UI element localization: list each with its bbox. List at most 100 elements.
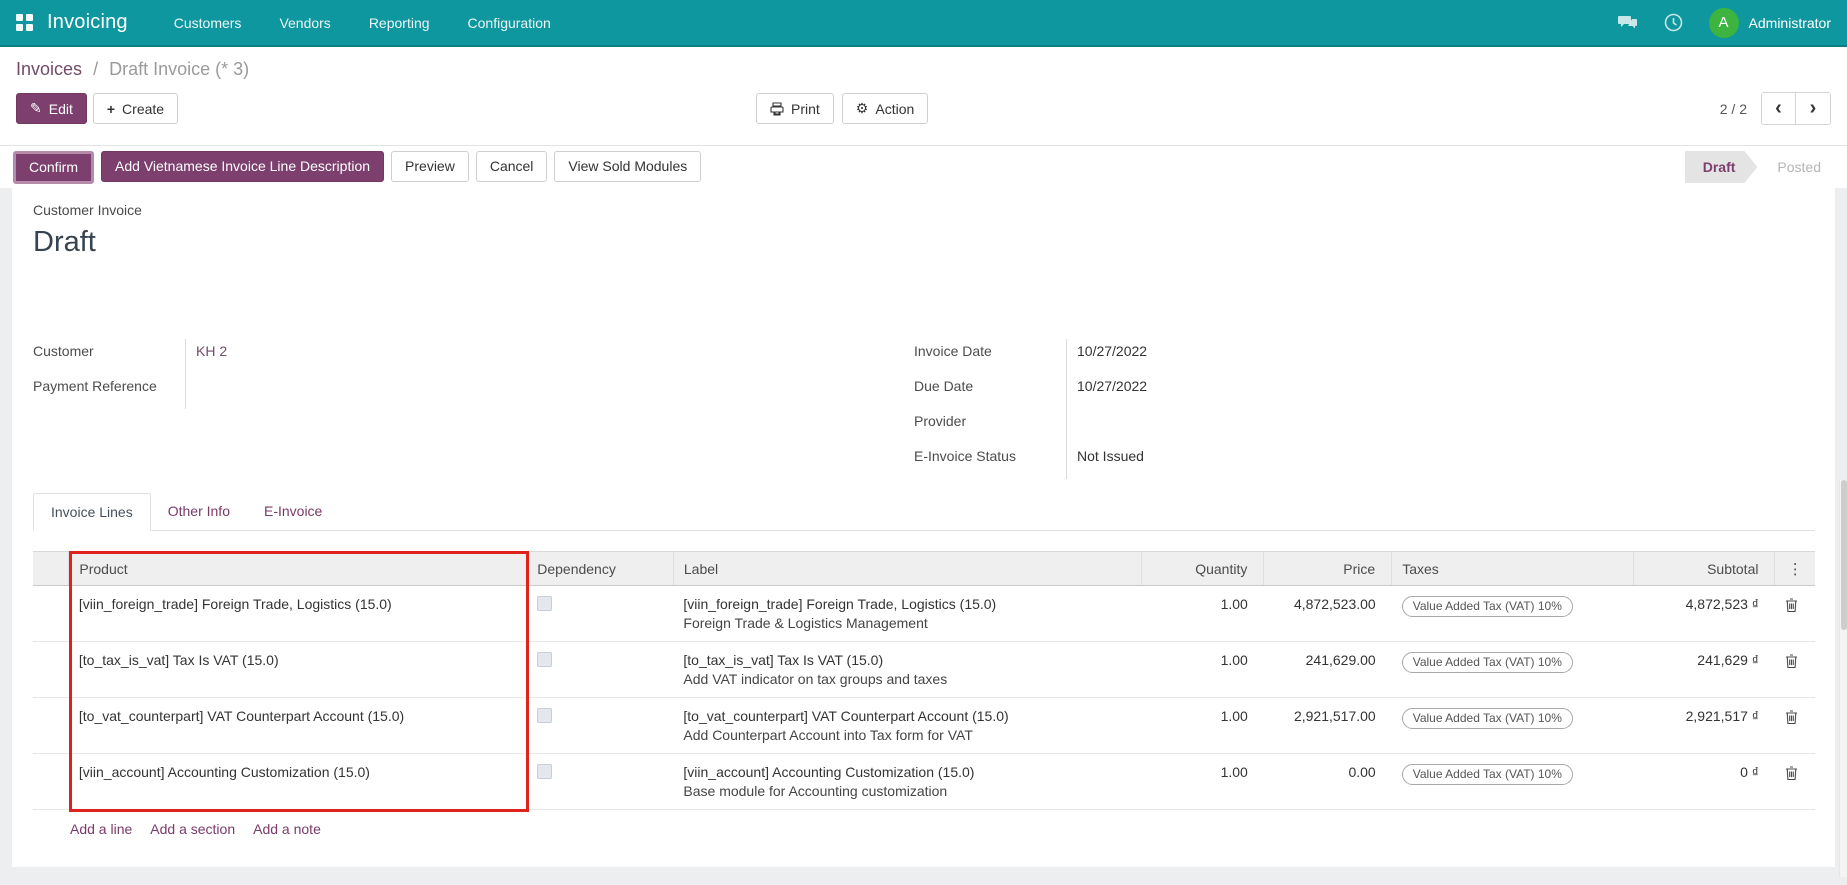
action-button[interactable]: ⚙ Action: [841, 93, 929, 124]
subtotal-cell: 0 ₫: [1633, 753, 1775, 810]
print-button[interactable]: Print: [756, 93, 834, 124]
pager-next-button[interactable]: ›: [1796, 93, 1830, 124]
customer-value-link[interactable]: KH 2: [196, 343, 227, 359]
payment-reference-value[interactable]: [185, 374, 914, 409]
add-a-section-link[interactable]: Add a section: [150, 821, 235, 837]
quantity-column-header[interactable]: Quantity: [1140, 551, 1264, 586]
product-cell[interactable]: [viin_foreign_trade] Foreign Trade, Logi…: [68, 585, 527, 642]
invoice-line-row[interactable]: [to_tax_is_vat] Tax Is VAT (15.0) [to_ta…: [33, 641, 1815, 698]
dependency-checkbox[interactable]: [536, 708, 552, 723]
taxes-cell[interactable]: Value Added Tax (VAT) 10%: [1391, 697, 1634, 754]
invoice-lines-table: Product Dependency Label Quantity Price …: [33, 551, 1815, 810]
taxes-cell[interactable]: Value Added Tax (VAT) 10%: [1391, 585, 1634, 642]
label-column-header[interactable]: Label: [672, 551, 1142, 586]
tab-e-invoice[interactable]: E-Invoice: [247, 493, 339, 531]
pencil-icon: ✎: [30, 100, 42, 116]
confirm-button[interactable]: Confirm: [13, 150, 95, 184]
trash-icon[interactable]: [1785, 708, 1798, 728]
delete-cell: [1774, 697, 1815, 754]
status-draft[interactable]: Draft: [1685, 151, 1758, 183]
control-panel: Invoices / Draft Invoice (* 3) ✎ Edit + …: [0, 47, 1847, 146]
taxes-cell[interactable]: Value Added Tax (VAT) 10%: [1391, 641, 1634, 698]
delete-cell: [1774, 641, 1815, 698]
price-cell[interactable]: 241,629.00: [1263, 641, 1392, 698]
invoice-line-row[interactable]: [viin_foreign_trade] Foreign Trade, Logi…: [33, 585, 1815, 642]
quantity-cell[interactable]: 1.00: [1141, 585, 1264, 642]
breadcrumb-separator: /: [93, 59, 99, 79]
price-cell[interactable]: 0.00: [1263, 753, 1392, 810]
add-a-note-link[interactable]: Add a note: [253, 821, 321, 837]
status-posted[interactable]: Posted: [1757, 151, 1835, 183]
content-background: Customer Invoice Draft Customer KH 2 Pay…: [0, 188, 1847, 885]
dependency-column-header[interactable]: Dependency: [526, 551, 674, 586]
activities-clock-icon[interactable]: [1664, 13, 1683, 32]
messages-icon[interactable]: [1617, 15, 1638, 31]
taxes-column-header[interactable]: Taxes: [1391, 551, 1634, 586]
product-cell[interactable]: [to_tax_is_vat] Tax Is VAT (15.0): [68, 641, 527, 698]
quantity-cell[interactable]: 1.00: [1141, 753, 1264, 810]
row-handle-cell: [33, 753, 69, 810]
label-cell[interactable]: [viin_foreign_trade] Foreign Trade, Logi…: [673, 585, 1142, 642]
trash-icon[interactable]: [1785, 764, 1798, 784]
price-column-header[interactable]: Price: [1263, 551, 1392, 586]
price-cell[interactable]: 4,872,523.00: [1263, 585, 1392, 642]
statusbar: Confirm Add Vietnamese Invoice Line Desc…: [0, 146, 1847, 188]
row-handle-cell: [33, 641, 69, 698]
breadcrumb-invoices-link[interactable]: Invoices: [16, 59, 82, 79]
product-cell[interactable]: [to_vat_counterpart] VAT Counterpart Acc…: [68, 697, 527, 754]
invoice-lines-table-container: Product Dependency Label Quantity Price …: [33, 551, 1815, 848]
label-cell[interactable]: [to_tax_is_vat] Tax Is VAT (15.0) Add VA…: [673, 641, 1142, 698]
scrollbar-thumb[interactable]: [1841, 480, 1847, 630]
user-menu[interactable]: A Administrator: [1708, 7, 1831, 38]
add-a-line-link[interactable]: Add a line: [70, 821, 132, 837]
edit-button[interactable]: ✎ Edit: [16, 93, 87, 124]
quantity-cell[interactable]: 1.00: [1141, 641, 1264, 698]
subtotal-column-header[interactable]: Subtotal: [1632, 551, 1775, 586]
apps-grid-icon[interactable]: [16, 14, 33, 31]
breadcrumb: Invoices / Draft Invoice (* 3): [16, 59, 1831, 80]
dependency-checkbox[interactable]: [536, 764, 552, 779]
trash-icon[interactable]: [1785, 596, 1798, 616]
row-handle-cell: [33, 697, 69, 754]
pager: 2 / 2 ‹ ›: [1720, 92, 1831, 125]
dependency-checkbox[interactable]: [536, 596, 552, 611]
notebook-tabs: Invoice Lines Other Info E-Invoice: [33, 493, 1815, 531]
add-vietnamese-description-button[interactable]: Add Vietnamese Invoice Line Description: [101, 150, 385, 182]
quantity-cell[interactable]: 1.00: [1141, 697, 1264, 754]
app-title[interactable]: Invoicing: [47, 11, 128, 34]
menu-customers[interactable]: Customers: [174, 15, 242, 31]
row-handle-cell: [33, 585, 69, 642]
label-cell[interactable]: [viin_account] Accounting Customization …: [673, 753, 1142, 810]
preview-button[interactable]: Preview: [391, 150, 469, 182]
customer-label: Customer: [33, 343, 94, 359]
handle-column-header: [33, 551, 69, 586]
trash-icon[interactable]: [1785, 652, 1798, 672]
invoice-date-label: Invoice Date: [914, 343, 992, 359]
tax-badge: Value Added Tax (VAT) 10%: [1401, 596, 1573, 617]
invoice-line-row[interactable]: [viin_account] Accounting Customization …: [33, 753, 1815, 810]
invoice-date-value[interactable]: 10/27/2022: [1066, 339, 1795, 374]
tab-other-info[interactable]: Other Info: [151, 493, 247, 531]
menu-reporting[interactable]: Reporting: [369, 15, 430, 31]
scrollbar[interactable]: [1839, 480, 1847, 877]
pager-previous-button[interactable]: ‹: [1762, 93, 1796, 124]
cancel-button[interactable]: Cancel: [475, 150, 548, 182]
price-cell[interactable]: 2,921,517.00: [1263, 697, 1392, 754]
table-header-row: Product Dependency Label Quantity Price …: [33, 551, 1815, 586]
create-button[interactable]: + Create: [92, 93, 179, 124]
tax-badge: Value Added Tax (VAT) 10%: [1401, 708, 1573, 729]
view-sold-modules-button[interactable]: View Sold Modules: [554, 150, 702, 182]
optional-columns-icon[interactable]: ⋮: [1785, 560, 1805, 578]
due-date-value[interactable]: 10/27/2022: [1066, 374, 1795, 409]
dependency-cell: [526, 753, 674, 810]
menu-configuration[interactable]: Configuration: [468, 15, 551, 31]
dependency-checkbox[interactable]: [536, 652, 552, 667]
taxes-cell[interactable]: Value Added Tax (VAT) 10%: [1391, 753, 1634, 810]
product-cell[interactable]: [viin_account] Accounting Customization …: [68, 753, 527, 810]
product-column-header[interactable]: Product: [68, 551, 527, 586]
tab-invoice-lines[interactable]: Invoice Lines: [33, 493, 151, 531]
provider-value[interactable]: [1066, 409, 1795, 444]
invoice-line-row[interactable]: [to_vat_counterpart] VAT Counterpart Acc…: [33, 697, 1815, 754]
menu-vendors[interactable]: Vendors: [279, 15, 330, 31]
label-cell[interactable]: [to_vat_counterpart] VAT Counterpart Acc…: [673, 697, 1142, 754]
